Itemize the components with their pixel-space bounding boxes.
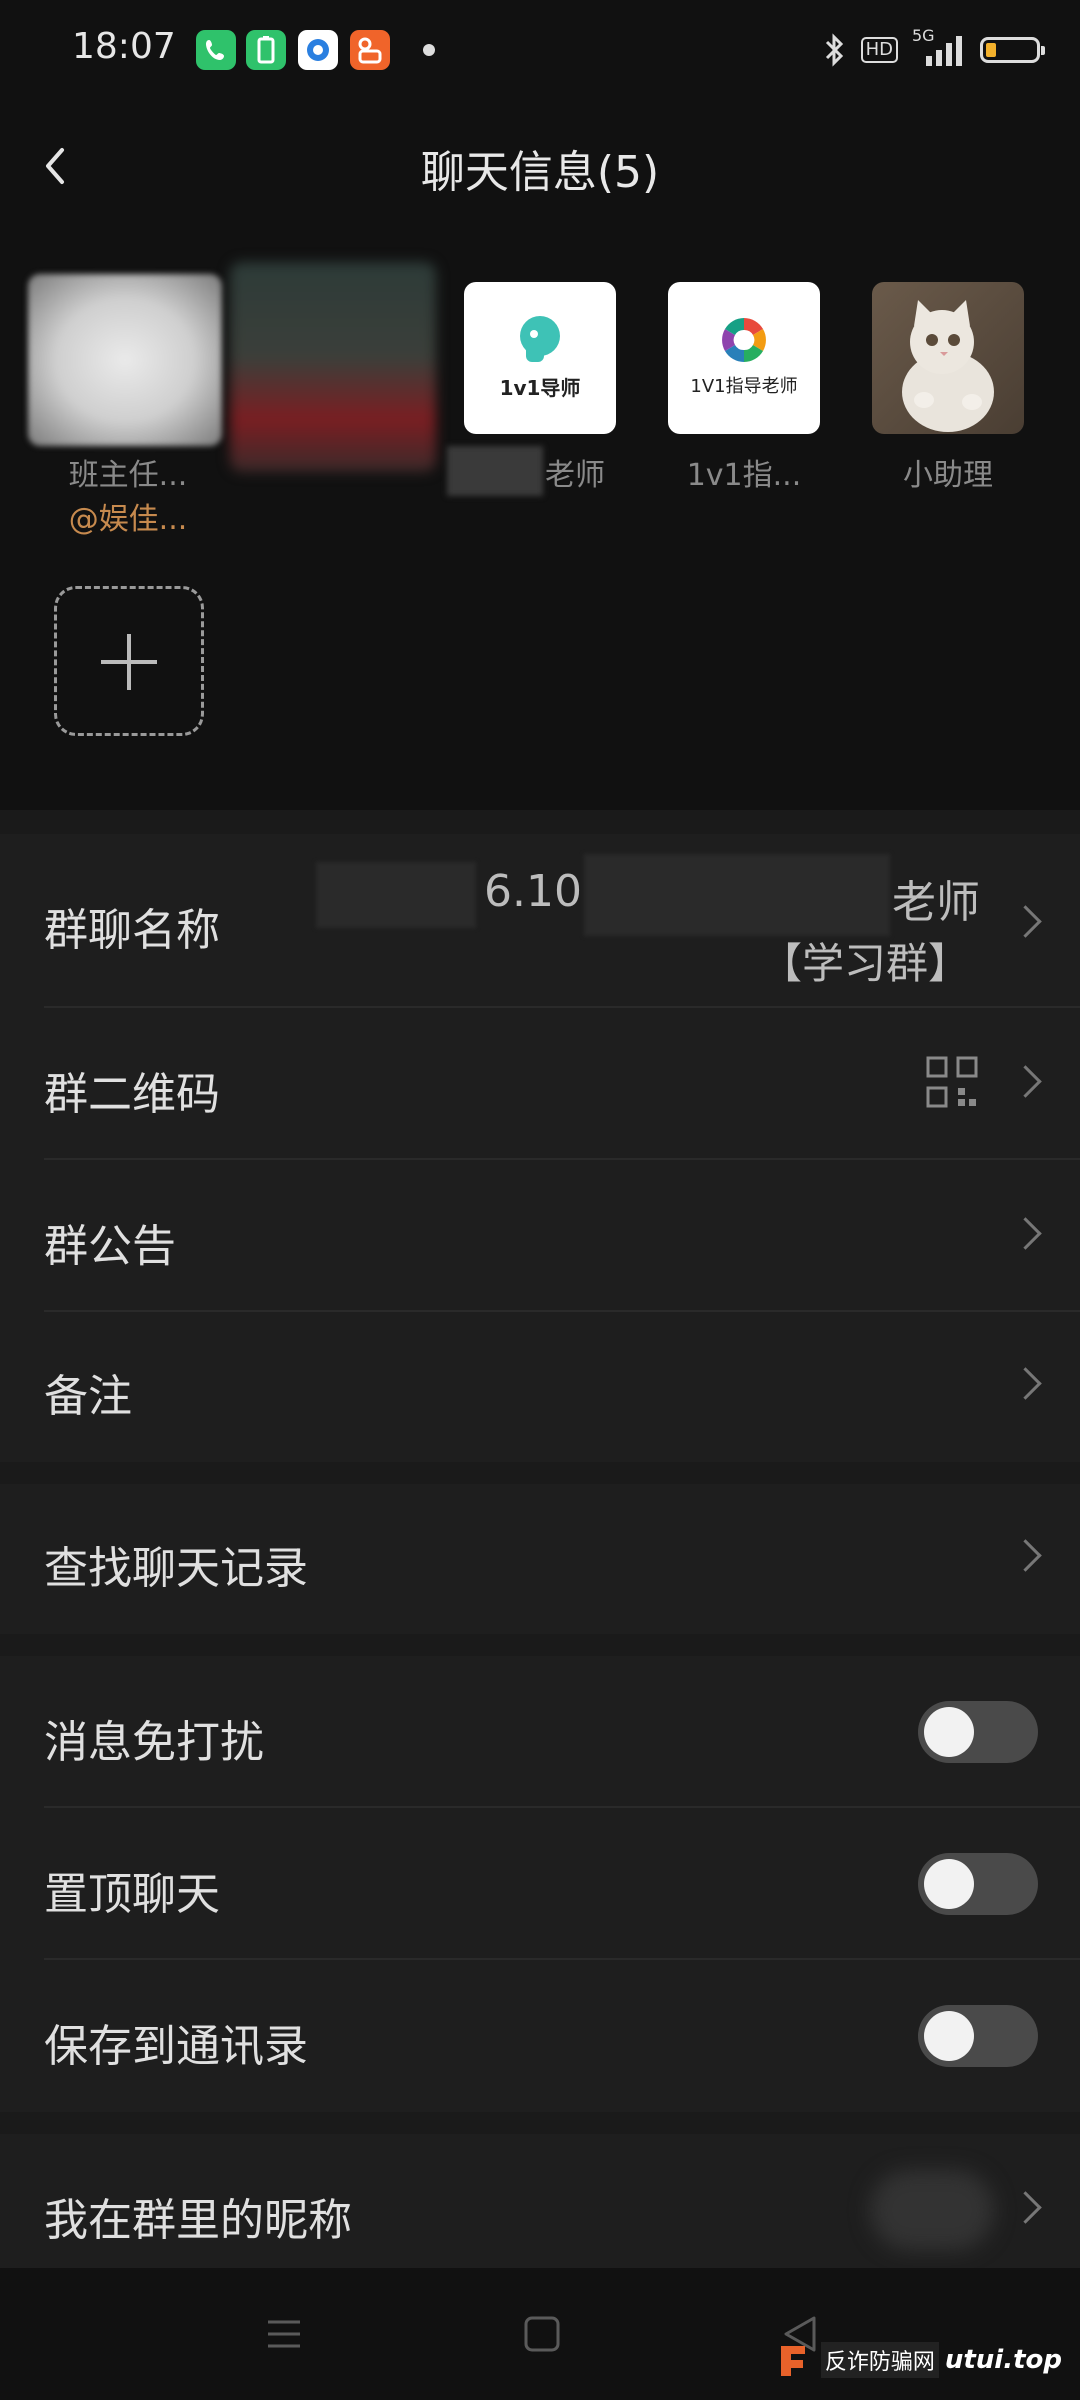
remark-row[interactable]: 备注	[0, 1312, 1080, 1462]
nickname-section: 我在群里的昵称	[0, 2134, 1080, 2268]
group-name-value-line2: 【学习群】	[759, 939, 970, 988]
search-history-row[interactable]: 查找聊天记录	[0, 1484, 1080, 1634]
page-title: 聊天信息(5)	[420, 147, 660, 198]
logo-text: 1v1导师	[499, 376, 581, 400]
wheel-logo-icon	[722, 318, 766, 362]
avatar[interactable]	[872, 282, 1024, 434]
search-section: 查找聊天记录	[0, 1484, 1080, 1634]
chevron-right-icon	[1010, 1212, 1038, 1256]
member-name: 1v1指...	[686, 458, 802, 493]
phone-icon	[196, 30, 236, 70]
chevron-right-icon	[1010, 1362, 1038, 1406]
notification-dot	[423, 44, 435, 56]
save-contacts-toggle[interactable]	[918, 2005, 1038, 2067]
store-icon	[350, 30, 390, 70]
chevron-right-icon	[1010, 1534, 1038, 1578]
avatar[interactable]	[28, 274, 222, 446]
network-label: 5G	[912, 26, 935, 45]
my-nickname-row[interactable]: 我在群里的昵称	[0, 2134, 1080, 2268]
member-name: 小助理	[903, 458, 993, 493]
system-nav-bar: 反诈防骗网 utui.top	[0, 2268, 1080, 2400]
menu-icon[interactable]	[262, 2312, 306, 2356]
watermark-logo-icon	[780, 2346, 805, 2376]
group-name-value: 6.10	[484, 866, 582, 917]
add-member-button[interactable]	[54, 586, 204, 736]
status-icons: HD 5G	[821, 26, 1045, 72]
battery-icon	[980, 37, 1045, 63]
watermark-domain: utui.top	[944, 2345, 1062, 2375]
search-history-label: 查找聊天记录	[44, 1543, 308, 1594]
group-name-row[interactable]: 群聊名称 6.10 老师 【学习群】	[0, 834, 1080, 1008]
toggles-section: 消息免打扰 置顶聊天 保存到通讯录	[0, 1656, 1080, 2112]
chevron-right-icon	[1010, 1060, 1038, 1104]
avatar[interactable]	[230, 262, 436, 472]
signal-icon: 5G	[912, 26, 966, 70]
save-contacts-label: 保存到通讯录	[44, 2021, 308, 2072]
group-settings-section: 群聊名称 6.10 老师 【学习群】 群二维码 群公告 备注	[0, 834, 1080, 1462]
watermark-text: 反诈防骗网	[820, 2342, 939, 2378]
group-name-value-suffix: 老师	[892, 877, 980, 928]
member-mention-tag: @娱佳...	[68, 502, 188, 537]
qr-code-row[interactable]: 群二维码	[0, 1008, 1080, 1160]
member-name: 班主任...	[68, 458, 188, 493]
battery-fill	[986, 43, 996, 57]
pin-toggle[interactable]	[918, 1853, 1038, 1915]
member-grid: 班主任... @娱佳... 1v1导师 老师 1V1指导老师 1v1指... 小…	[0, 232, 1080, 810]
redaction-block	[447, 446, 543, 496]
status-bar: 18:07 HD 5G	[0, 0, 1080, 100]
tutor-logo-icon	[520, 316, 560, 362]
qr-code-label: 群二维码	[44, 1069, 220, 1120]
app-header: 聊天信息(5)	[0, 100, 1080, 232]
mute-label: 消息免打扰	[44, 1717, 264, 1768]
mute-row: 消息免打扰	[0, 1656, 1080, 1808]
pin-row: 置顶聊天	[0, 1808, 1080, 1960]
cat-photo	[902, 300, 994, 432]
group-name-label: 群聊名称	[44, 905, 220, 956]
avatar[interactable]: 1V1指导老师	[668, 282, 820, 434]
avatar[interactable]: 1v1导师	[464, 282, 616, 434]
pin-label: 置顶聊天	[44, 1869, 220, 1920]
watermark: 反诈防骗网 utui.top	[775, 2340, 1062, 2380]
mute-toggle[interactable]	[918, 1701, 1038, 1763]
qr-code-icon	[926, 1056, 978, 1108]
announcement-label: 群公告	[44, 1221, 176, 1272]
browser-icon	[298, 30, 338, 70]
announcement-row[interactable]: 群公告	[0, 1160, 1080, 1312]
redaction-block	[870, 2170, 994, 2250]
save-contacts-row: 保存到通讯录	[0, 1960, 1080, 2112]
my-nickname-label: 我在群里的昵称	[44, 2195, 352, 2246]
hd-badge: HD	[860, 37, 898, 63]
bluetooth-icon	[825, 33, 843, 67]
redaction-block	[316, 862, 476, 928]
member-name: 老师	[545, 458, 605, 493]
remark-label: 备注	[44, 1371, 132, 1422]
redaction-block	[584, 854, 890, 936]
status-time: 18:07	[72, 26, 176, 67]
logo-text: 1V1指导老师	[690, 376, 798, 397]
battery-app-icon	[246, 30, 286, 70]
chevron-right-icon	[1010, 900, 1038, 944]
chevron-right-icon	[1010, 2186, 1038, 2230]
home-square-icon[interactable]	[520, 2312, 564, 2356]
